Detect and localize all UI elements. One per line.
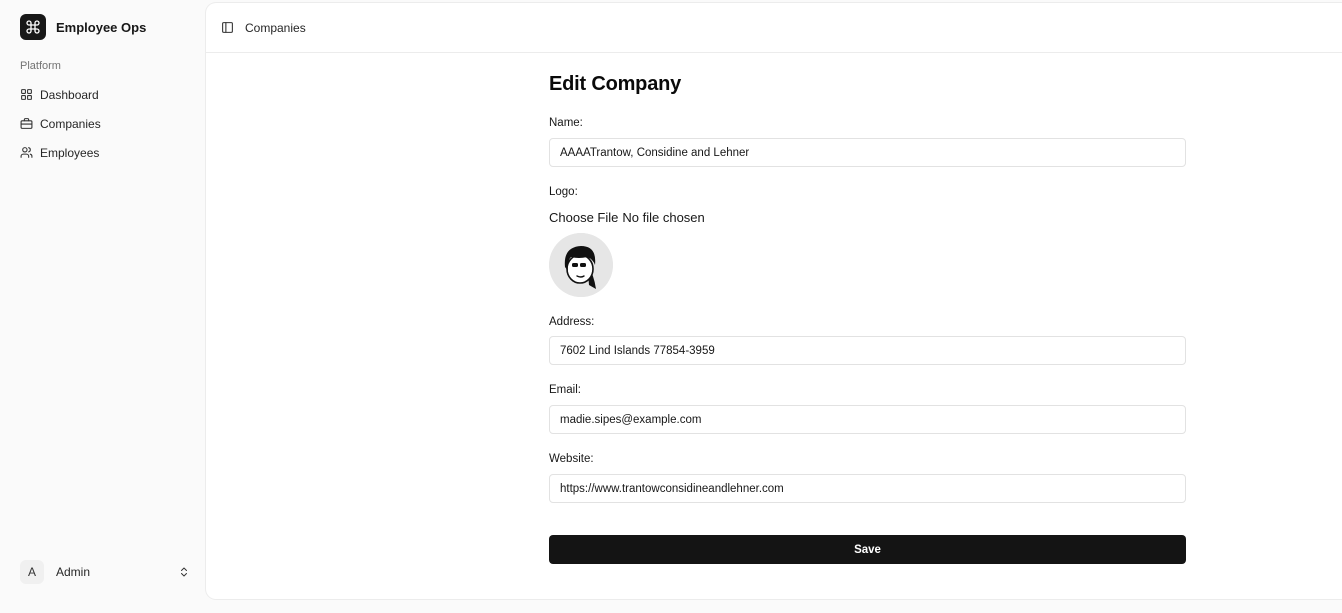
brand-name: Employee Ops xyxy=(56,19,147,35)
page-title: Edit Company xyxy=(549,73,682,95)
briefcase-icon xyxy=(20,118,33,129)
edit-company-form: Edit Company Name: Logo: Choose File No … xyxy=(549,73,1186,564)
file-status: No file chosen xyxy=(622,210,705,225)
email-label: Email: xyxy=(549,384,581,396)
sidebar-nav: Dashboard Companies Employees xyxy=(14,80,194,167)
command-icon xyxy=(20,14,46,40)
sidebar-toggle-button[interactable] xyxy=(220,21,234,35)
avatar: A xyxy=(20,560,44,584)
sidebar-item-employees[interactable]: Employees xyxy=(14,138,194,167)
topbar: Companies xyxy=(206,3,1342,53)
users-icon xyxy=(20,147,33,158)
sidebar: Employee Ops Platform Dashboard Companie… xyxy=(0,0,206,613)
website-label: Website: xyxy=(549,453,594,465)
save-button[interactable]: Save xyxy=(549,535,1186,564)
sidebar-item-label: Companies xyxy=(40,116,101,131)
grid-icon xyxy=(21,89,32,100)
chevrons-up-down-icon xyxy=(181,567,187,577)
brand[interactable]: Employee Ops xyxy=(20,14,146,40)
user-menu[interactable]: A Admin xyxy=(14,558,194,586)
app-shell: Employee Ops Platform Dashboard Companie… xyxy=(0,0,1342,613)
sidebar-item-label: Employees xyxy=(40,145,100,160)
sidebar-item-dashboard[interactable]: Dashboard xyxy=(14,80,194,109)
logo-label: Logo: xyxy=(549,186,578,198)
sidebar-item-companies[interactable]: Companies xyxy=(14,109,194,138)
email-input[interactable] xyxy=(549,405,1186,434)
main-panel: Companies Edit Company Name: Logo: Choos… xyxy=(206,3,1342,599)
address-label: Address: xyxy=(549,316,595,328)
file-picker: Choose File No file chosen xyxy=(549,210,705,225)
panel-left-icon xyxy=(221,22,233,33)
company-logo-image xyxy=(549,233,613,297)
website-input[interactable] xyxy=(549,474,1186,503)
user-name: Admin xyxy=(56,565,91,579)
choose-file-button[interactable]: Choose File xyxy=(549,210,618,225)
sidebar-item-label: Dashboard xyxy=(40,87,99,102)
name-input[interactable] xyxy=(549,138,1186,167)
address-input[interactable] xyxy=(549,336,1186,365)
breadcrumb: Companies xyxy=(245,20,306,35)
name-label: Name: xyxy=(549,117,583,129)
sidebar-section-label: Platform xyxy=(20,60,61,72)
